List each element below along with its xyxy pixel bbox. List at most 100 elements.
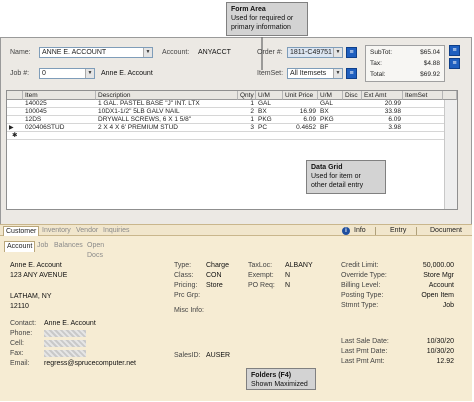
name-field[interactable]: ANNE E. ACCOUNT ▼	[39, 47, 153, 58]
row-um: GAL	[258, 100, 272, 107]
grid-header-qnty[interactable]: Qnty	[238, 91, 256, 100]
prcgrp-label: Prc Grp:	[174, 292, 201, 299]
new-row[interactable]	[7, 132, 457, 140]
name-field-value: ANNE E. ACCOUNT	[42, 49, 107, 56]
itemset-list-button[interactable]: ≡	[346, 68, 357, 79]
credit-limit-value: 50,000.00	[422, 262, 454, 269]
row-ext-amt: 3.98	[388, 124, 401, 131]
row-um: PKG	[258, 116, 272, 123]
data-grid-callout-line2: other detail entry	[311, 182, 364, 189]
chevron-down-icon[interactable]: ▼	[85, 69, 94, 78]
order-label: Order #:	[257, 49, 283, 56]
pricing-value: Store	[206, 282, 223, 289]
subtotal-label: SubTot:	[370, 49, 393, 56]
tab-document[interactable]: Document	[428, 226, 464, 236]
tax-row: Tax: $4.88	[370, 60, 440, 68]
subtab-job[interactable]: Job	[35, 241, 50, 251]
totals-menu-button[interactable]: ≡	[449, 45, 460, 56]
grid-header-ext-amt[interactable]: Ext Amt	[362, 91, 403, 100]
row-item: 12DS	[25, 116, 42, 123]
order-field[interactable]: 1811-C49751 ▼	[287, 47, 343, 58]
row-item: 020406STUD	[25, 124, 65, 131]
type-label: Type:	[174, 262, 192, 269]
salesid-label: SalesID:	[174, 352, 201, 359]
tab-entry[interactable]: Entry	[388, 226, 408, 236]
subtab-open-docs[interactable]: Open Docs	[85, 241, 106, 261]
order-list-button[interactable]: ≡	[346, 47, 357, 58]
tab-inventory[interactable]: Inventory	[40, 226, 73, 236]
row-description: 10DX1-1/2" 5LB GALV NAIL	[98, 108, 180, 115]
exempt-value: N	[285, 272, 291, 279]
row-item: 140025	[25, 100, 47, 107]
misc-info-label: Misc Info:	[174, 307, 204, 314]
cell-label: Cell:	[10, 340, 25, 347]
subtab-balances[interactable]: Balances	[52, 241, 85, 251]
grid-header-description[interactable]: Description	[96, 91, 238, 100]
folders-callout-line1: Shown Maximized	[251, 381, 308, 388]
tab-vendor[interactable]: Vendor	[74, 226, 100, 236]
grid-scrollbar[interactable]	[444, 100, 457, 209]
total-value: $69.92	[420, 71, 440, 78]
new-row-asterisk-icon: ✱	[12, 132, 18, 139]
credit-limit-label: Credit Limit:	[341, 262, 379, 269]
total-row: Total: $69.92	[370, 71, 440, 79]
itemset-select[interactable]: All Itemsets ▼	[287, 68, 343, 79]
chevron-down-icon[interactable]: ▼	[333, 69, 342, 78]
data-grid-callout-line1: Used for item or	[311, 173, 361, 180]
email-value[interactable]: regress@sprucecomputer.net	[44, 360, 136, 367]
row-ext-amt: 20.99	[384, 100, 401, 107]
last-pmt-date-value: 10/30/20	[426, 348, 454, 355]
po-req-label: PO Req:	[248, 282, 275, 289]
customer-folder-panel	[0, 236, 472, 401]
chevron-down-icon[interactable]: ▼	[143, 48, 152, 57]
job-field[interactable]: 0 ▼	[39, 68, 95, 79]
subtotal-row: SubTot: $65.04	[370, 49, 440, 57]
subtab-account[interactable]: Account	[4, 241, 36, 252]
data-grid-callout-title: Data Grid	[311, 164, 343, 171]
contact-value: Anne E. Account	[44, 320, 96, 327]
row-price-um: BF	[320, 124, 329, 131]
line-items-grid[interactable]: Item Description Qnty U/M Unit Price U/M…	[6, 90, 458, 210]
tab-inquiries[interactable]: Inquiries	[101, 226, 131, 236]
grid-header-unit-price[interactable]: Unit Price	[283, 91, 318, 100]
customer-city: LATHAM, NY	[10, 293, 52, 300]
grid-header-um[interactable]: U/M	[256, 91, 283, 100]
chevron-down-icon[interactable]: ▼	[333, 48, 342, 57]
stmnt-type-value: Job	[442, 302, 454, 309]
grid-header-scroll	[443, 91, 457, 100]
total-label: Total:	[370, 71, 386, 78]
current-row-arrow-icon: ▶	[9, 125, 14, 131]
grid-header-disc[interactable]: Disc	[343, 91, 362, 100]
tab-info[interactable]: Info	[352, 226, 368, 236]
subtotal-value: $65.04	[420, 49, 440, 56]
grid-header-itemset[interactable]: ItemSet	[403, 91, 443, 100]
itemset-label: ItemSet:	[257, 70, 284, 77]
row-unit-price	[283, 100, 318, 108]
row-unit-price: 16.99	[299, 108, 316, 115]
phone-label: Phone:	[10, 330, 33, 337]
itemset-select-value: All Itemsets	[290, 70, 327, 77]
last-pmt-amt-value: 12.92	[436, 358, 454, 365]
class-label: Class:	[174, 272, 194, 279]
override-type-value: Store Mgr	[423, 272, 454, 279]
override-type-label: Override Type:	[341, 272, 387, 279]
customer-address: 123 ANY AVENUE	[10, 272, 68, 279]
customer-name: Anne E. Account	[10, 262, 62, 269]
tab-divider	[416, 227, 417, 235]
info-icon[interactable]: i	[342, 227, 350, 235]
row-qnty: 3	[250, 124, 254, 131]
tab-divider	[375, 227, 376, 235]
row-qnty: 1	[250, 116, 254, 123]
phone-redacted	[44, 330, 86, 337]
totals-detail-button[interactable]: ≡	[449, 58, 460, 69]
row-um: BX	[258, 108, 267, 115]
salesid-value: AUSER	[206, 352, 231, 359]
grid-header-item[interactable]: Item	[23, 91, 96, 100]
row-description: 1 GAL. PASTEL BASE "J" INT. LTX	[98, 100, 200, 107]
tax-value: $4.88	[423, 60, 440, 67]
row-qnty: 2	[250, 108, 254, 115]
posting-type-label: Posting Type:	[341, 292, 384, 299]
row-description: 2 X 4 X 6' PREMIUM STUD	[98, 124, 178, 131]
grid-header-price-um[interactable]: U/M	[318, 91, 343, 100]
row-item: 100045	[25, 108, 47, 115]
